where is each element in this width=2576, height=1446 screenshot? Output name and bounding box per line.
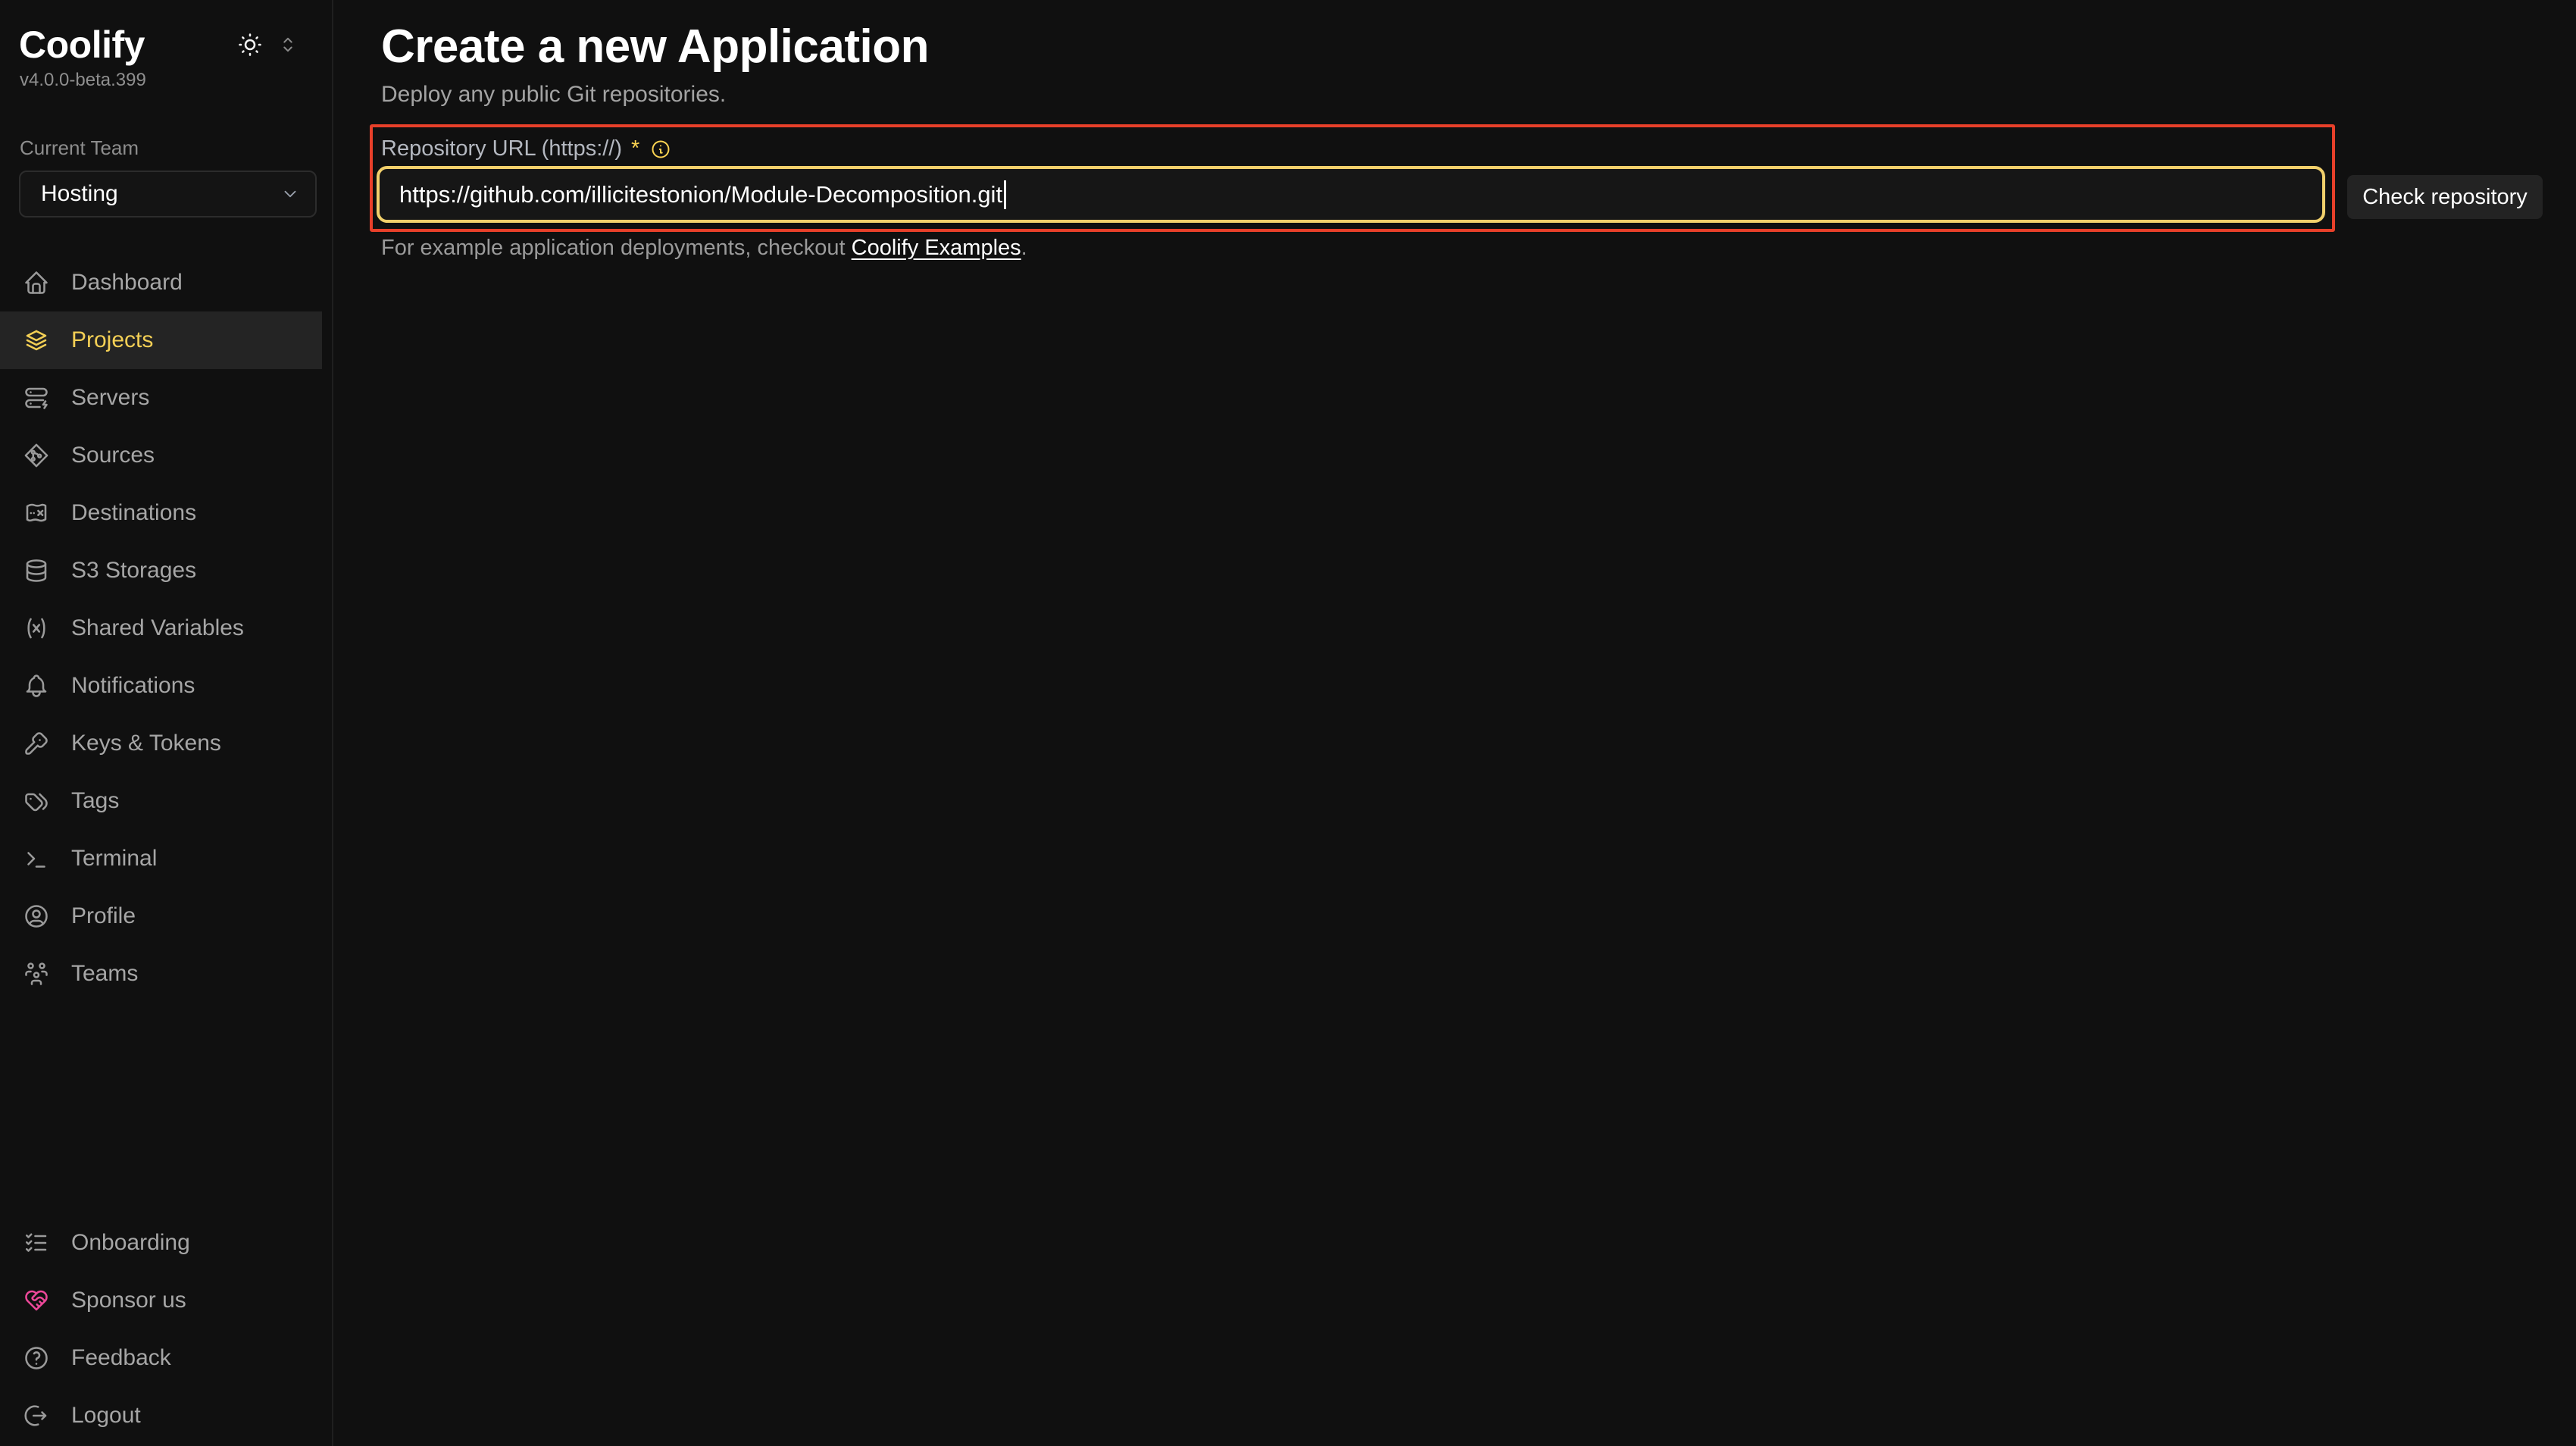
server-icon [23,384,50,412]
sidebar-item-label: Servers [71,385,149,411]
sidebar-item-label: Keys & Tokens [71,731,221,756]
sidebar-item-label: Profile [71,903,136,929]
info-circle-icon[interactable] [650,139,671,160]
sidebar-item-keys-tokens[interactable]: Keys & Tokens [0,715,332,772]
sidebar-item-label: Dashboard [71,270,183,296]
sidebar-item-dashboard[interactable]: Dashboard [0,254,332,311]
app-logo: Coolify [19,23,145,67]
terminal-icon [23,845,50,872]
collapse-selector-icon[interactable] [277,34,299,55]
sidebar-item-label: Destinations [71,500,196,526]
brand-row: Coolify [0,0,332,67]
sidebar-item-label: Shared Variables [71,615,244,641]
repository-url-label-row: Repository URL (https://) * [381,136,671,161]
sidebar-item-label: S3 Storages [71,558,196,584]
bell-icon [23,672,50,700]
sidebar-item-tags[interactable]: Tags [0,772,332,830]
repository-url-label: Repository URL (https://) [381,136,622,161]
sidebar-item-servers[interactable]: Servers [0,369,332,427]
sidebar-item-label: Sources [71,443,155,468]
sidebar-item-label: Feedback [71,1345,171,1371]
user-circle-icon [23,903,50,930]
page-subtitle: Deploy any public Git repositories. [381,82,726,108]
map-icon [23,499,50,527]
tag-icon [23,787,50,815]
sidebar-footer-nav: Onboarding Sponsor us Feedback Logout [0,1214,332,1444]
sidebar-item-teams[interactable]: Teams [0,945,332,1003]
key-icon [23,730,50,757]
required-marker: * [631,136,639,161]
chevron-down-icon [280,184,300,204]
sidebar-item-label: Onboarding [71,1230,190,1256]
variables-icon [23,615,50,642]
home-icon [23,269,50,296]
team-select-value: Hosting [41,181,118,207]
heart-handshake-icon [23,1287,50,1314]
repository-url-input-value: https://github.com/illicitestonion/Modul… [399,181,1002,208]
sidebar-item-destinations[interactable]: Destinations [0,484,332,542]
current-team-label: Current Team [0,136,332,160]
help-circle-icon [23,1344,50,1372]
helper-text: For example application deployments, che… [381,236,1027,261]
text-cursor [1004,180,1006,209]
sidebar-item-label: Tags [71,788,119,814]
git-icon [23,442,50,469]
sidebar-item-sources[interactable]: Sources [0,427,332,484]
layers-icon [23,327,50,354]
sidebar-item-label: Teams [71,961,138,987]
helper-prefix: For example application deployments, che… [381,236,852,260]
check-repository-button[interactable]: Check repository [2347,175,2543,219]
header-icons [236,31,299,58]
sidebar: Coolify v4.0.0-beta.399 Current Team Hos… [0,0,333,1446]
sidebar-item-label: Terminal [71,846,157,872]
main-content: Create a new Application Deploy any publ… [333,0,2576,1446]
sidebar-item-terminal[interactable]: Terminal [0,830,332,887]
sidebar-item-label: Notifications [71,673,195,699]
app-version: v4.0.0-beta.399 [0,70,332,91]
repository-url-input[interactable]: https://github.com/illicitestonion/Modul… [377,166,2325,223]
sidebar-item-notifications[interactable]: Notifications [0,657,332,715]
users-icon [23,960,50,987]
helper-suffix: . [1021,236,1027,260]
sidebar-item-feedback[interactable]: Feedback [0,1329,332,1387]
sidebar-item-label: Projects [71,327,153,353]
sidebar-nav: Dashboard Projects Servers Sources Destinati… [0,254,332,1003]
database-icon [23,557,50,584]
sidebar-item-onboarding[interactable]: Onboarding [0,1214,332,1272]
sidebar-item-projects[interactable]: Projects [0,311,322,369]
logout-icon [23,1402,50,1429]
team-select-dropdown[interactable]: Hosting [19,171,317,218]
checklist-icon [23,1229,50,1257]
sidebar-item-shared-variables[interactable]: Shared Variables [0,599,332,657]
page-title: Create a new Application [381,20,929,74]
sidebar-item-sponsor-us[interactable]: Sponsor us [0,1272,332,1329]
sidebar-item-logout[interactable]: Logout [0,1387,332,1444]
coolify-examples-link[interactable]: Coolify Examples [852,236,1021,260]
sidebar-item-label: Logout [71,1403,141,1429]
theme-toggle-sun-icon[interactable] [236,31,264,58]
sidebar-item-label: Sponsor us [71,1288,186,1313]
sidebar-item-profile[interactable]: Profile [0,887,332,945]
sidebar-item-s3-storages[interactable]: S3 Storages [0,542,332,599]
